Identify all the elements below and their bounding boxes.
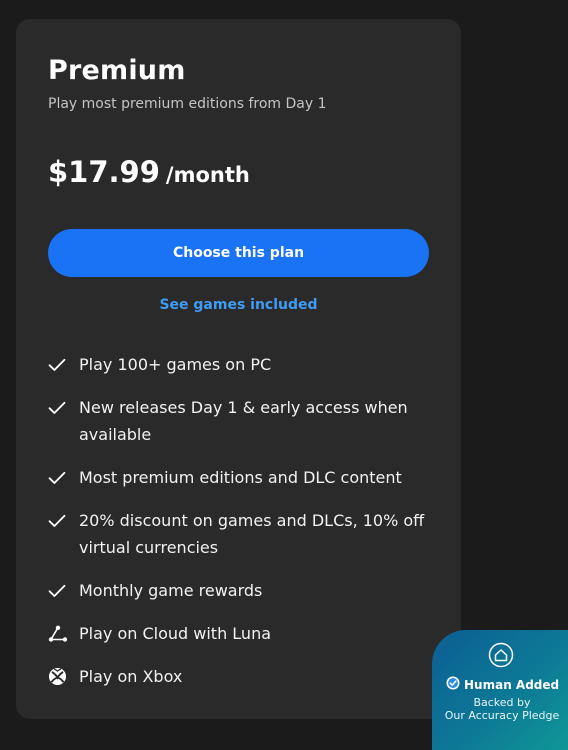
check-icon xyxy=(48,351,70,378)
feature-item: 20% discount on games and DLCs, 10% off v… xyxy=(48,507,428,561)
price-period: /month xyxy=(165,163,250,187)
feature-item: Play on Xbox xyxy=(48,663,428,690)
feature-text: Most premium editions and DLC content xyxy=(79,468,402,487)
check-icon xyxy=(48,577,70,604)
plan-subtitle: Play most premium editions from Day 1 xyxy=(48,96,327,112)
feature-item: Most premium editions and DLC content xyxy=(48,464,428,491)
badge-subtitle: Backed by Our Accuracy Pledge xyxy=(444,696,560,722)
feature-text: 20% discount on games and DLCs, 10% off v… xyxy=(79,511,425,557)
feature-text: Play on Cloud with Luna xyxy=(79,624,272,643)
verified-check-icon xyxy=(446,676,460,693)
feature-item: Play 100+ games on PC xyxy=(48,351,428,378)
feature-text: New releases Day 1 & early access when av… xyxy=(79,398,408,444)
feature-item: Play on Cloud with Luna xyxy=(48,620,428,647)
luna-icon xyxy=(48,620,70,647)
check-icon xyxy=(48,464,70,491)
price-amount: $17.99 xyxy=(48,155,160,189)
feature-text: Monthly game rewards xyxy=(79,581,263,600)
accuracy-pledge-badge[interactable]: Human Added Backed by Our Accuracy Pledge xyxy=(432,630,568,750)
check-icon xyxy=(48,394,70,421)
plan-title: Premium xyxy=(48,55,186,86)
feature-text: Play on Xbox xyxy=(79,667,183,686)
xbox-icon xyxy=(48,663,70,690)
see-games-included-link[interactable]: See games included xyxy=(48,297,429,313)
feature-text: Play 100+ games on PC xyxy=(79,355,272,374)
choose-plan-button[interactable]: Choose this plan xyxy=(48,229,429,277)
badge-title: Human Added xyxy=(464,677,560,692)
price-row: $17.99 /month xyxy=(48,155,250,189)
plan-card: Premium Play most premium editions from … xyxy=(16,19,461,719)
feature-item: Monthly game rewards xyxy=(48,577,428,604)
feature-item: New releases Day 1 & early access when av… xyxy=(48,394,428,448)
check-icon xyxy=(48,507,70,534)
feature-list: Play 100+ games on PC New releases Day 1… xyxy=(48,351,428,706)
home-icon xyxy=(488,642,514,668)
badge-title-row: Human Added xyxy=(446,676,559,693)
